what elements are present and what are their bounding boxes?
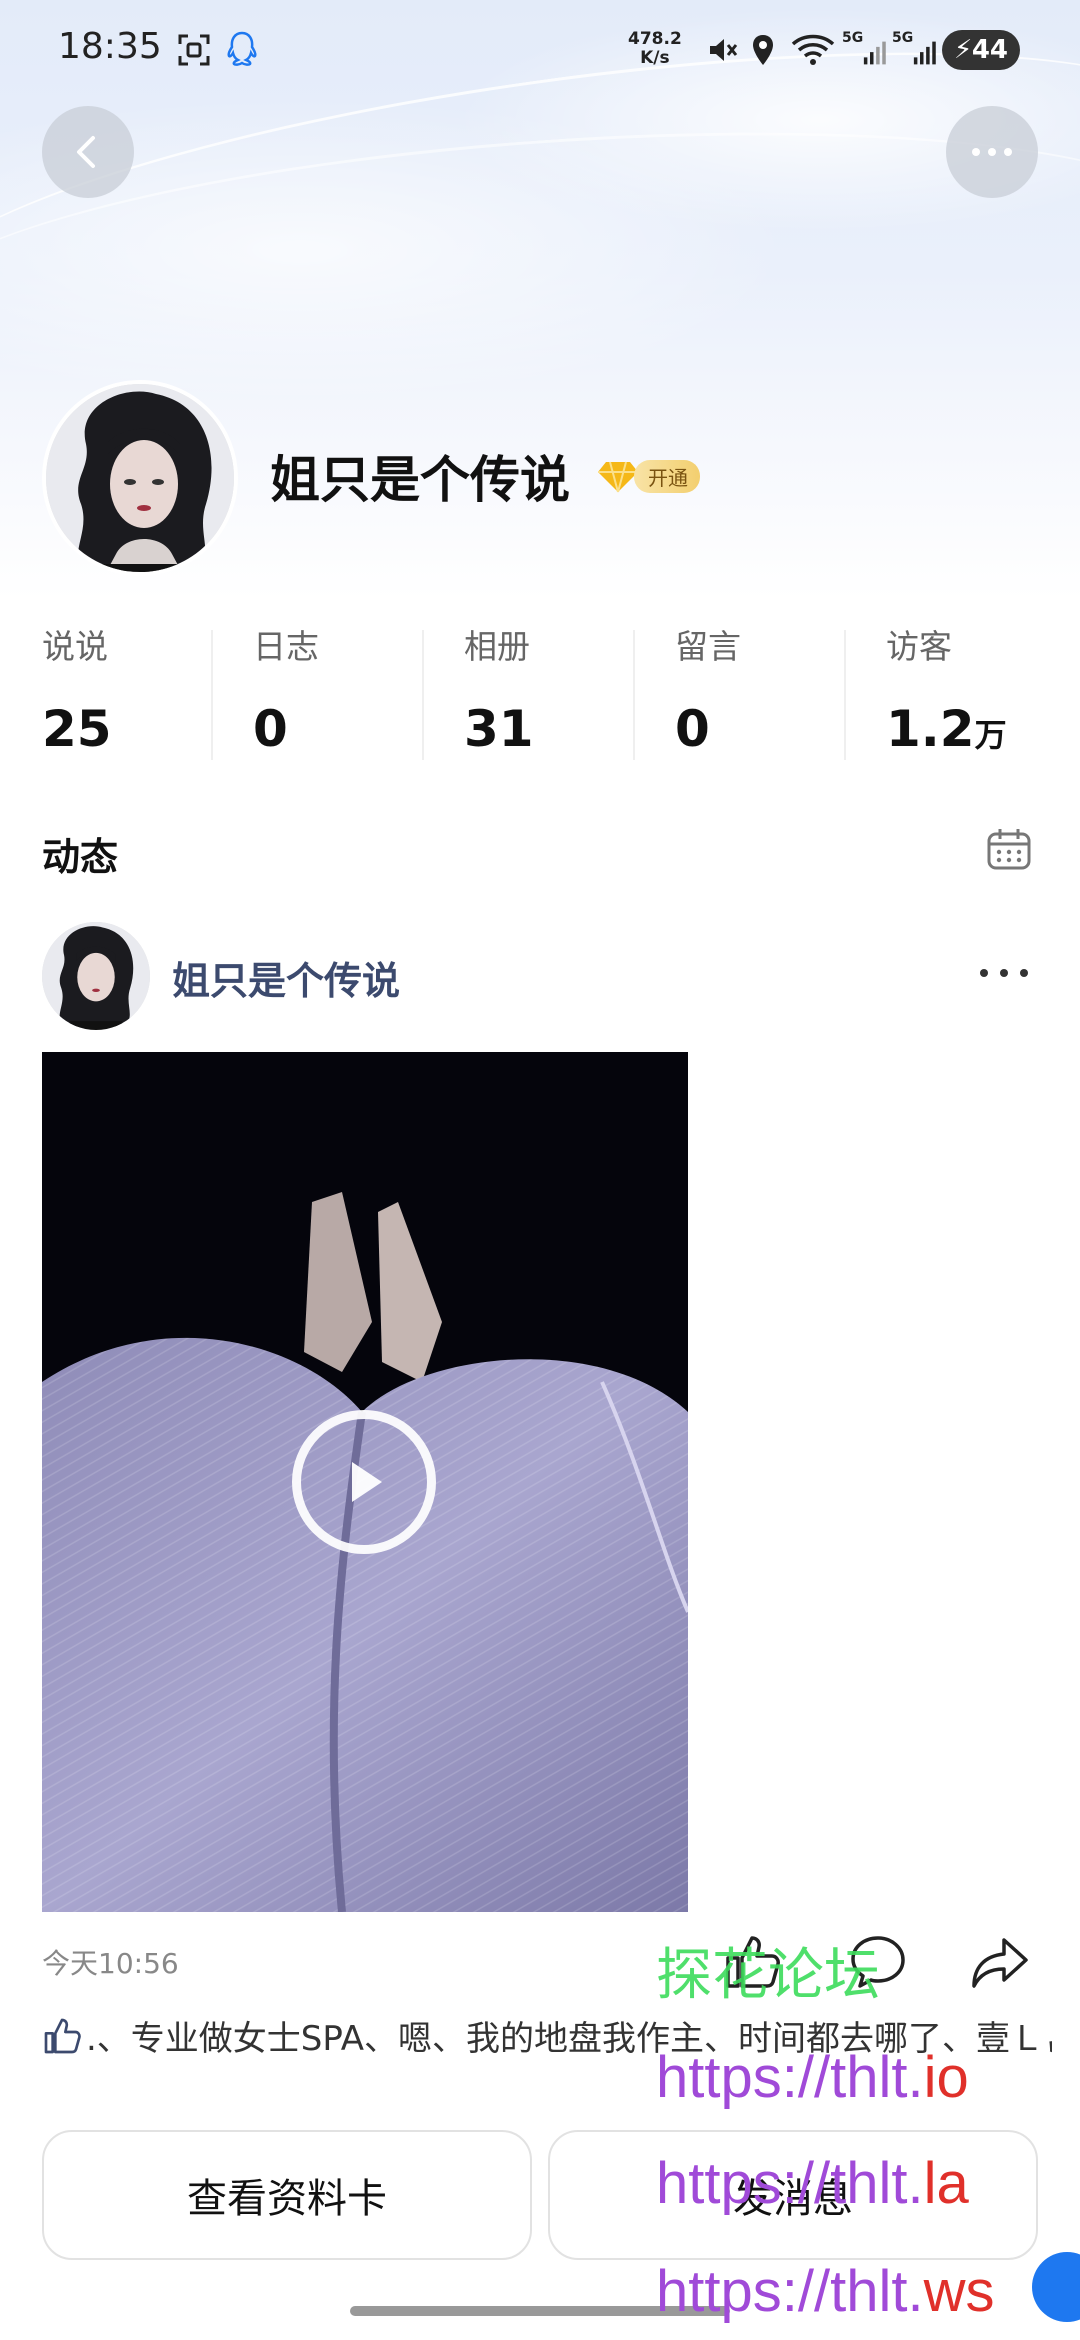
stat-number: 1.2 bbox=[886, 700, 975, 758]
post-author-avatar[interactable] bbox=[42, 922, 150, 1030]
view-profile-card-button[interactable]: 查看资料卡 bbox=[42, 2130, 532, 2260]
share-button[interactable] bbox=[970, 1932, 1030, 1992]
watermark-url: https://thlt.la bbox=[656, 2150, 969, 2217]
share-icon bbox=[972, 1938, 1028, 1988]
cellular-signal-1-icon: 5G bbox=[842, 30, 886, 70]
watermark-url-suffix: io bbox=[923, 2045, 969, 2110]
network-speed-unit: K/s bbox=[640, 48, 670, 68]
avatar-image bbox=[42, 922, 150, 1030]
cellular-signal-2-icon: 5G bbox=[892, 30, 936, 70]
avatar-image bbox=[46, 384, 234, 572]
back-button[interactable] bbox=[42, 106, 134, 198]
stat-blog[interactable]: 日志 0 bbox=[211, 620, 422, 760]
stat-label: 访客 bbox=[886, 627, 952, 666]
post-timestamp: 今天10:56 bbox=[42, 1947, 179, 1980]
stat-number: 31 bbox=[464, 700, 534, 758]
stat-shuoshuo[interactable]: 说说 25 bbox=[0, 620, 211, 760]
profile-avatar[interactable] bbox=[42, 380, 238, 576]
play-icon bbox=[352, 1462, 382, 1502]
stat-messages[interactable]: 留言 0 bbox=[633, 620, 844, 760]
vip-open-label: 开通 bbox=[634, 459, 700, 493]
stat-visitors[interactable]: 访客 1.2万 bbox=[844, 620, 1055, 760]
post-more-icon[interactable] bbox=[980, 958, 1028, 988]
post-video[interactable] bbox=[42, 1052, 688, 1912]
back-arrow-icon bbox=[77, 136, 95, 168]
signal-1-label: 5G bbox=[842, 30, 864, 46]
watermark-url-prefix: https://thlt. bbox=[656, 2045, 924, 2110]
qq-icon bbox=[222, 30, 262, 70]
signal-2-label: 5G bbox=[892, 30, 914, 46]
profile-stats: 说说 25 日志 0 相册 31 留言 0 访客 1.2万 bbox=[0, 620, 1080, 760]
screenshot-icon bbox=[172, 30, 216, 70]
network-speed: 478.2 K/s bbox=[628, 30, 682, 68]
network-speed-value: 478.2 bbox=[628, 29, 682, 49]
calendar-icon[interactable] bbox=[986, 826, 1032, 872]
profile-page: 18:35 478.2 K/s 5G 5G ⚡ 44 姐只是个传说 开通 说说 … bbox=[0, 0, 1080, 2340]
stat-value: 25 bbox=[42, 700, 211, 758]
feed-section-title: 动态 bbox=[42, 835, 119, 879]
stat-unit: 万 bbox=[974, 716, 1007, 754]
stat-value: 0 bbox=[675, 700, 844, 758]
status-bar: 18:35 478.2 K/s 5G 5G ⚡ 44 bbox=[0, 0, 1080, 100]
stat-number: 0 bbox=[253, 700, 288, 758]
stat-label: 日志 bbox=[253, 627, 319, 666]
watermark-url: https://thlt.ws bbox=[656, 2258, 994, 2325]
battery-level: 44 bbox=[971, 35, 1008, 65]
wifi-icon bbox=[788, 30, 838, 70]
profile-nickname: 姐只是个传说 bbox=[270, 451, 570, 509]
battery-indicator: ⚡ 44 bbox=[942, 30, 1020, 70]
stat-value: 1.2万 bbox=[886, 700, 1055, 758]
charging-icon: ⚡ bbox=[954, 35, 973, 65]
vip-badge[interactable]: 开通 bbox=[596, 456, 700, 496]
watermark-url: https://thlt.io bbox=[656, 2044, 969, 2111]
more-dots-icon bbox=[972, 148, 1012, 156]
watermark-forum-name: 探花论坛 bbox=[656, 1943, 880, 2006]
mute-icon bbox=[702, 30, 742, 70]
stat-label: 相册 bbox=[464, 627, 530, 666]
more-options-button[interactable] bbox=[946, 106, 1038, 198]
stat-label: 留言 bbox=[675, 627, 741, 666]
stat-number: 25 bbox=[42, 700, 112, 758]
watermark-url-suffix: la bbox=[923, 2151, 969, 2216]
play-button[interactable] bbox=[292, 1410, 436, 1554]
stat-number: 0 bbox=[675, 700, 710, 758]
status-time: 18:35 bbox=[58, 26, 162, 67]
stat-value: 0 bbox=[253, 700, 422, 758]
liked-by-icon bbox=[44, 2018, 81, 2054]
watermark-url-suffix: ws bbox=[923, 2259, 995, 2324]
location-icon bbox=[746, 30, 780, 70]
watermark-url-prefix: https://thlt. bbox=[656, 2151, 924, 2216]
stat-label: 说说 bbox=[42, 627, 108, 666]
post-author-name[interactable]: 姐只是个传说 bbox=[172, 950, 400, 1005]
stat-album[interactable]: 相册 31 bbox=[422, 620, 633, 760]
stat-value: 31 bbox=[464, 700, 633, 758]
watermark-url-prefix: https://thlt. bbox=[656, 2259, 924, 2324]
